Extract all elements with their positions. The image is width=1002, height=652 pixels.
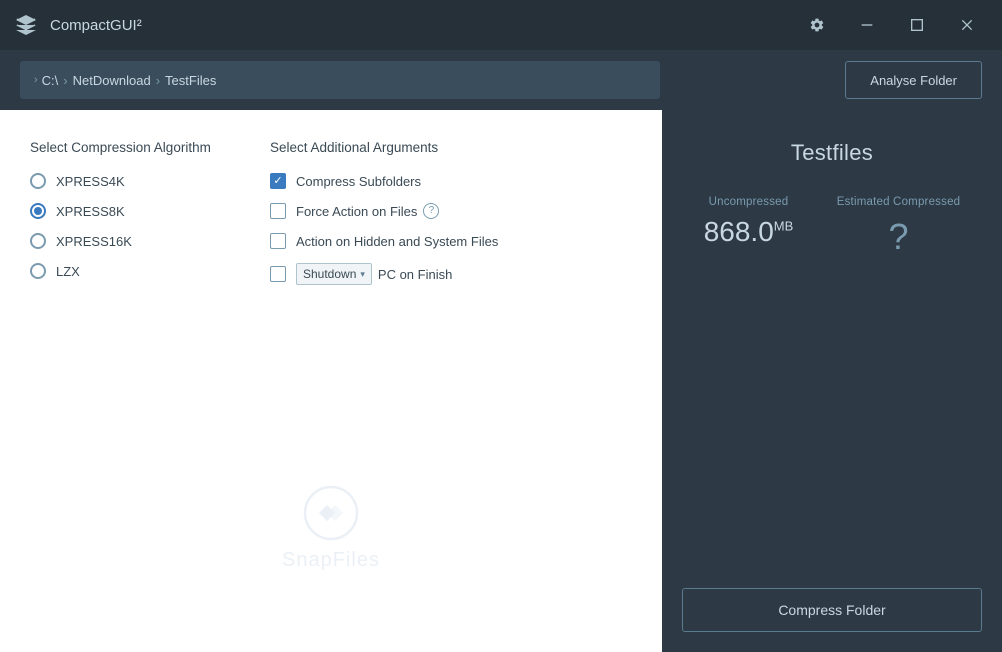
shutdown-dropdown-label: Shutdown — [303, 267, 356, 281]
radio-xpress8k[interactable]: XPRESS8K — [30, 203, 230, 219]
radio-xpress4k[interactable]: XPRESS4K — [30, 173, 230, 189]
watermark: SnapFiles — [282, 483, 380, 572]
path-sep-1: › — [63, 73, 67, 88]
path-bar[interactable]: › C:\ › NetDownload › TestFiles — [20, 61, 660, 99]
radio-xpress8k-indicator — [30, 203, 46, 219]
compression-group-title: Select Compression Algorithm — [30, 140, 230, 155]
compress-folder-button[interactable]: Compress Folder — [682, 588, 982, 632]
compression-algorithm-group: Select Compression Algorithm XPRESS4K XP… — [30, 140, 230, 299]
estimated-label: Estimated Compressed — [837, 196, 961, 208]
main-content: Select Compression Algorithm XPRESS4K XP… — [0, 110, 1002, 652]
maximize-button[interactable] — [894, 9, 940, 41]
radio-lzx[interactable]: LZX — [30, 263, 230, 279]
radio-xpress16k[interactable]: XPRESS16K — [30, 233, 230, 249]
path-segment-1: NetDownload — [73, 73, 151, 88]
radio-xpress4k-indicator — [30, 173, 46, 189]
force-action-help-icon[interactable]: ? — [423, 203, 439, 219]
path-segment-2: TestFiles — [165, 73, 216, 88]
arguments-group-title: Select Additional Arguments — [270, 140, 498, 155]
radio-xpress4k-label: XPRESS4K — [56, 174, 125, 189]
path-chevron: › — [34, 74, 38, 86]
estimated-stat: Estimated Compressed ? — [837, 196, 961, 258]
radio-xpress16k-label: XPRESS16K — [56, 234, 132, 249]
force-action-indicator — [270, 203, 286, 219]
left-panel: Select Compression Algorithm XPRESS4K XP… — [0, 110, 662, 652]
close-button[interactable] — [944, 9, 990, 41]
compress-subfolders-label: Compress Subfolders — [296, 174, 421, 189]
minimize-button[interactable] — [844, 9, 890, 41]
shutdown-dropdown-arrow: ▾ — [360, 269, 365, 280]
hidden-system-indicator — [270, 233, 286, 249]
estimated-value: ? — [888, 216, 908, 258]
title-bar: CompactGUI² — [0, 0, 1002, 50]
force-action-label: Force Action on Files ? — [296, 203, 439, 219]
uncompressed-stat: Uncompressed 868.0MB — [704, 196, 794, 258]
toolbar: › C:\ › NetDownload › TestFiles Analyse … — [0, 50, 1002, 110]
checkbox-shutdown[interactable]: Shutdown ▾ PC on Finish — [270, 263, 498, 285]
shutdown-suffix-label: PC on Finish — [378, 267, 452, 282]
radio-xpress16k-indicator — [30, 233, 46, 249]
radio-lzx-label: LZX — [56, 264, 80, 279]
checkbox-hidden-system[interactable]: Action on Hidden and System Files — [270, 233, 498, 249]
checkbox-compress-subfolders[interactable]: Compress Subfolders — [270, 173, 498, 189]
radio-xpress8k-label: XPRESS8K — [56, 204, 125, 219]
hidden-system-label: Action on Hidden and System Files — [296, 234, 498, 249]
radio-lzx-indicator — [30, 263, 46, 279]
shutdown-indicator — [270, 266, 286, 282]
path-sep-2: › — [156, 73, 160, 88]
path-root: C:\ — [42, 73, 59, 88]
checkbox-force-action[interactable]: Force Action on Files ? — [270, 203, 498, 219]
additional-arguments-group: Select Additional Arguments Compress Sub… — [270, 140, 498, 299]
folder-name: Testfiles — [791, 140, 873, 166]
shutdown-dropdown[interactable]: Shutdown ▾ — [296, 263, 372, 285]
uncompressed-label: Uncompressed — [709, 196, 789, 208]
app-title: CompactGUI² — [50, 17, 794, 34]
shutdown-row: Shutdown ▾ PC on Finish — [296, 263, 452, 285]
options-grid: Select Compression Algorithm XPRESS4K XP… — [30, 140, 632, 299]
settings-button[interactable] — [794, 9, 840, 41]
window-controls — [794, 9, 990, 41]
watermark-text: SnapFiles — [282, 549, 380, 572]
stats-row: Uncompressed 868.0MB Estimated Compresse… — [682, 196, 982, 258]
analyse-folder-button[interactable]: Analyse Folder — [845, 61, 982, 99]
app-icon — [12, 11, 40, 39]
compress-subfolders-indicator — [270, 173, 286, 189]
uncompressed-value: 868.0MB — [704, 216, 794, 248]
right-panel: Testfiles Uncompressed 868.0MB Estimated… — [662, 110, 1002, 652]
